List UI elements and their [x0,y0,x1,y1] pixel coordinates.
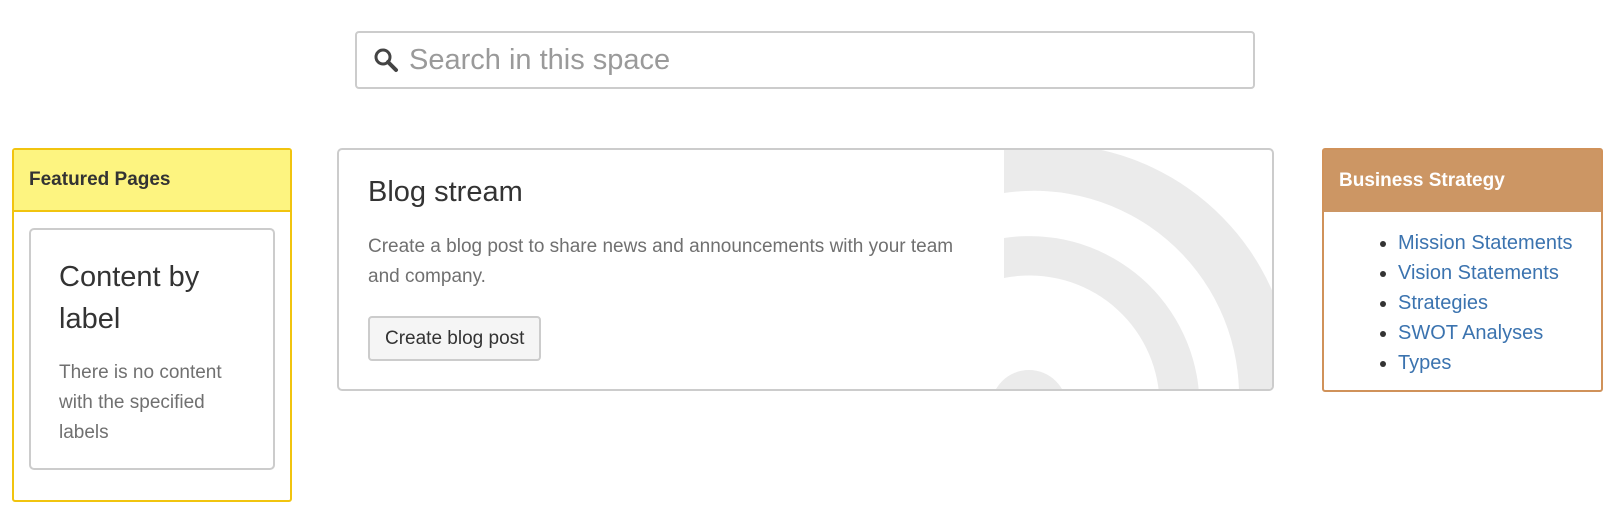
rss-icon [989,150,1272,389]
list-item: Mission Statements [1398,228,1601,258]
blog-stream-card: Blog stream Create a blog post to share … [337,148,1274,391]
mission-statements-link[interactable]: Mission Statements [1398,232,1573,254]
list-item: Vision Statements [1398,258,1601,288]
business-strategy-panel: Business Strategy Mission Statements Vis… [1322,148,1603,392]
search-bar[interactable] [355,31,1255,89]
featured-pages-title: Featured Pages [14,150,290,212]
strategy-link-list: Mission Statements Vision Statements Str… [1324,228,1601,378]
business-strategy-title: Business Strategy [1324,150,1601,212]
vision-statements-link[interactable]: Vision Statements [1398,262,1559,284]
featured-pages-panel: Featured Pages Content by label There is… [12,148,292,502]
types-link[interactable]: Types [1398,352,1451,374]
blog-stream-title: Blog stream [368,176,523,208]
create-blog-post-button[interactable]: Create blog post [368,316,542,361]
search-icon [373,47,399,73]
list-item: Strategies [1398,288,1601,318]
blog-stream-description: Create a blog post to share news and ann… [368,236,954,287]
list-item: Types [1398,348,1601,378]
search-input[interactable] [409,43,1229,77]
strategies-link[interactable]: Strategies [1398,292,1488,314]
no-content-message: There is no content with the specified l… [59,362,222,443]
content-by-label-card: Content by label There is no content wit… [29,228,275,470]
swot-analyses-link[interactable]: SWOT Analyses [1398,322,1543,344]
content-by-label-title: Content by label [59,261,200,335]
list-item: SWOT Analyses [1398,318,1601,348]
